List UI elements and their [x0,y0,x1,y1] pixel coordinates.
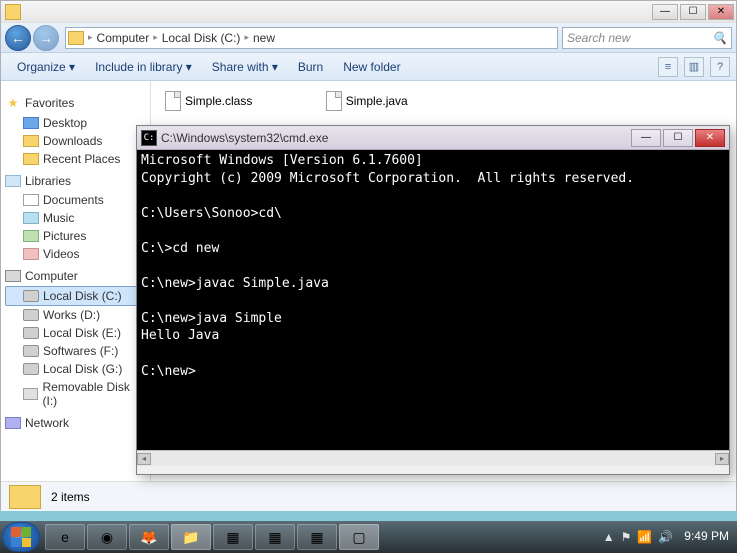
file-icon [326,91,342,111]
file-item[interactable]: Simple.class [165,91,252,111]
disk-icon [23,290,39,302]
cmd-titlebar[interactable]: C: C:\Windows\system32\cmd.exe — ☐ ✕ [137,126,729,150]
drive-icon [68,31,84,45]
libraries-header[interactable]: Libraries [5,174,146,188]
nav-item-local-disk-c[interactable]: Local Disk (C:) [5,286,146,306]
new-folder-button[interactable]: New folder [333,60,410,74]
taskbar-app-icon[interactable]: ▦ [213,524,253,550]
status-bar: 2 items [1,481,736,511]
search-icon: 🔍 [712,31,727,45]
taskbar-cmd-icon[interactable]: ▢ [339,524,379,550]
file-item[interactable]: Simple.java [326,91,408,111]
taskbar-app-icon[interactable]: ▦ [297,524,337,550]
view-options-icon[interactable]: ≡ [658,57,678,77]
search-placeholder: Search new [567,31,630,45]
usb-icon [23,388,38,400]
windows-logo-icon [11,527,31,547]
back-button[interactable]: ← [5,25,31,51]
folder-icon [23,153,39,165]
close-button[interactable]: ✕ [708,4,734,20]
disk-icon [23,327,39,339]
disk-icon [23,309,39,321]
help-icon[interactable]: ? [710,57,730,77]
disk-icon [23,363,39,375]
star-icon: ★ [5,95,21,111]
music-icon [23,212,39,224]
minimize-button[interactable]: — [652,4,678,20]
cmd-window: C: C:\Windows\system32\cmd.exe — ☐ ✕ Mic… [136,125,730,475]
nav-item-documents[interactable]: Documents [5,191,146,209]
pictures-icon [23,230,39,242]
cmd-scrollbar[interactable]: ◂ ▸ [137,450,729,466]
cmd-minimize-button[interactable]: — [631,129,661,147]
nav-item-music[interactable]: Music [5,209,146,227]
nav-item-softwares-f[interactable]: Softwares (F:) [5,342,146,360]
status-text: 2 items [51,490,90,504]
nav-bar: ← → ▸ Computer ▸ Local Disk (C:) ▸ new S… [1,23,736,53]
computer-icon [5,270,21,282]
folder-icon [5,4,21,20]
taskbar-clock[interactable]: 9:49 PM [684,530,729,543]
cmd-output[interactable]: Microsoft Windows [Version 6.1.7600] Cop… [137,150,729,450]
nav-item-desktop[interactable]: Desktop [5,114,146,132]
nav-item-recent-places[interactable]: Recent Places [5,150,146,168]
taskbar: e ◉ 🦊 📁 ▦ ▦ ▦ ▢ ▲ ⚑ 📶 🔊 9:49 PM [0,521,737,553]
file-icon [165,91,181,111]
cmd-window-controls: — ☐ ✕ [629,129,725,147]
crumb-drive[interactable]: Local Disk (C:) [158,31,245,45]
forward-button[interactable]: → [33,25,59,51]
scroll-right-icon[interactable]: ▸ [715,453,729,465]
nav-item-videos[interactable]: Videos [5,245,146,263]
crumb-folder[interactable]: new [249,31,279,45]
nav-item-removable-disk-i[interactable]: Removable Disk (I:) [5,378,146,410]
nav-item-works-d[interactable]: Works (D:) [5,306,146,324]
window-controls: — ☐ ✕ [650,4,734,20]
desktop-icon [23,117,39,129]
disk-icon [23,345,39,357]
nav-item-local-disk-g[interactable]: Local Disk (G:) [5,360,146,378]
taskbar-firefox-icon[interactable]: 🦊 [129,524,169,550]
start-button[interactable] [2,522,40,552]
tray-volume-icon[interactable]: 🔊 [658,530,673,544]
cmd-close-button[interactable]: ✕ [695,129,725,147]
include-in-library-button[interactable]: Include in library ▾ [85,60,202,74]
cmd-maximize-button[interactable]: ☐ [663,129,693,147]
maximize-button[interactable]: ☐ [680,4,706,20]
document-icon [23,194,39,206]
videos-icon [23,248,39,260]
tray-show-hidden-icon[interactable]: ▲ [603,530,615,544]
nav-item-local-disk-e[interactable]: Local Disk (E:) [5,324,146,342]
network-header[interactable]: Network [5,416,146,430]
cmd-title-text: C:\Windows\system32\cmd.exe [161,131,629,145]
folder-icon [23,135,39,147]
system-tray: ▲ ⚑ 📶 🔊 9:49 PM [600,530,735,544]
computer-header[interactable]: Computer [5,269,146,283]
nav-item-pictures[interactable]: Pictures [5,227,146,245]
navigation-pane: ★Favorites Desktop Downloads Recent Plac… [1,81,151,481]
burn-button[interactable]: Burn [288,60,333,74]
libraries-icon [5,175,21,187]
cmd-icon: C: [141,130,157,146]
address-bar[interactable]: ▸ Computer ▸ Local Disk (C:) ▸ new [65,27,558,49]
preview-pane-icon[interactable]: ▥ [684,57,704,77]
toolbar: Organize ▾ Include in library ▾ Share wi… [1,53,736,81]
share-with-button[interactable]: Share with ▾ [202,60,288,74]
tray-flag-icon[interactable]: ⚑ [621,530,632,544]
scroll-left-icon[interactable]: ◂ [137,453,151,465]
favorites-header[interactable]: ★Favorites [5,95,146,111]
taskbar-explorer-icon[interactable]: 📁 [171,524,211,550]
search-input[interactable]: Search new 🔍 [562,27,732,49]
tray-network-icon[interactable]: 📶 [637,530,652,544]
organize-button[interactable]: Organize ▾ [7,60,85,74]
network-icon [5,417,21,429]
nav-item-downloads[interactable]: Downloads [5,132,146,150]
taskbar-chrome-icon[interactable]: ◉ [87,524,127,550]
taskbar-app-icon[interactable]: ▦ [255,524,295,550]
crumb-computer[interactable]: Computer [93,31,154,45]
taskbar-ie-icon[interactable]: e [45,524,85,550]
folder-icon [9,485,41,509]
explorer-titlebar: — ☐ ✕ [1,1,736,23]
